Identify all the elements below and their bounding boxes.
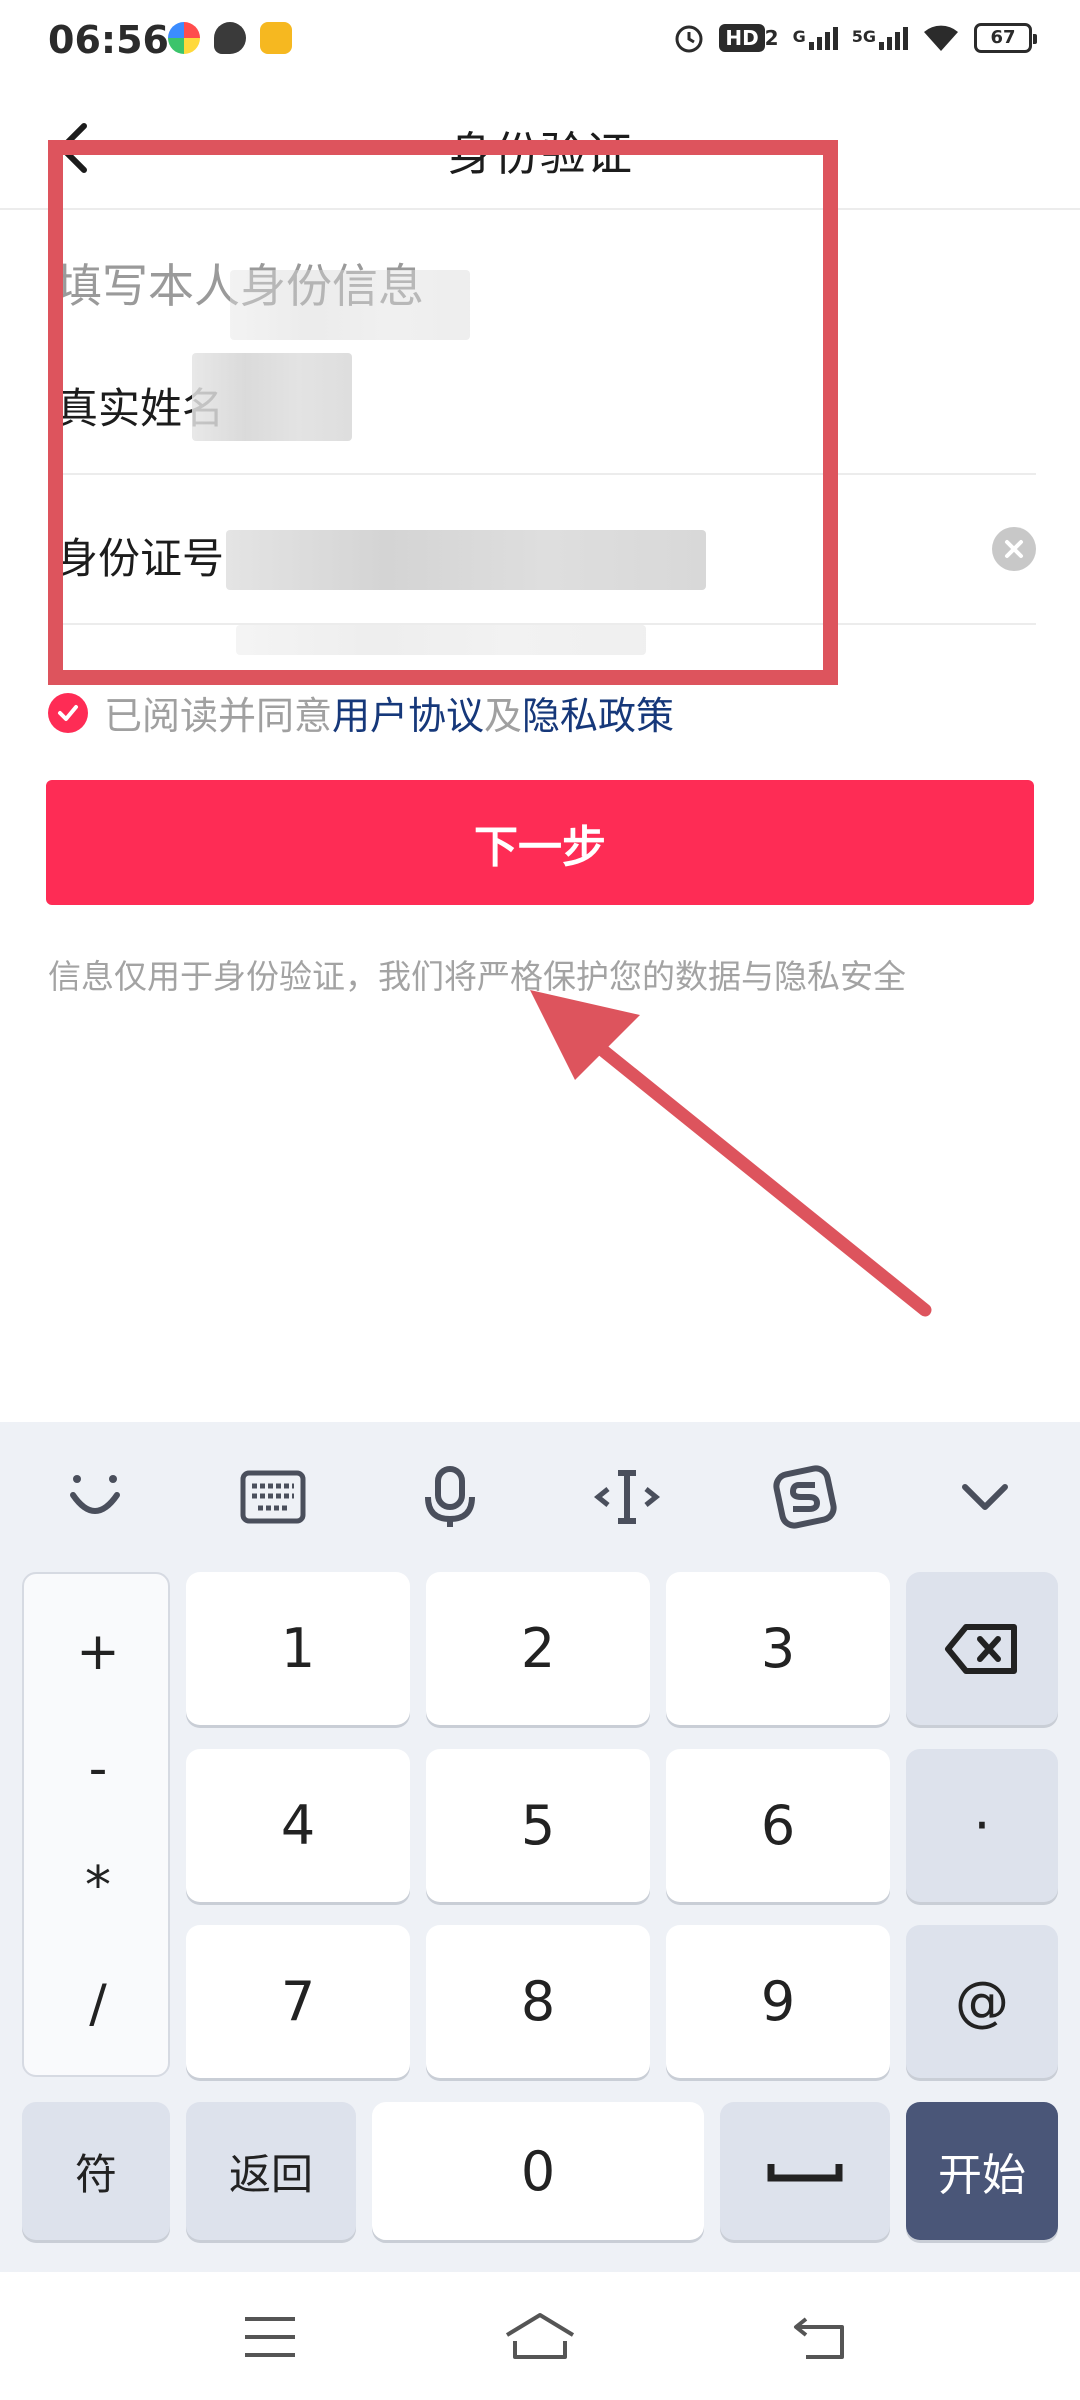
keyboard-switch-button[interactable] <box>238 1462 308 1532</box>
symbol-slash-key[interactable]: / <box>24 1974 172 2034</box>
symbol-minus-key[interactable]: - <box>24 1739 172 1799</box>
dot-key[interactable]: · <box>906 1749 1058 1902</box>
numeric-keyboard: + - * / 1 2 3 4 5 6 · 7 8 9 @ 符 返回 0 开始 <box>0 1422 1080 2272</box>
menu-button[interactable] <box>230 2302 310 2372</box>
hide-keyboard-button[interactable] <box>950 1462 1020 1532</box>
key-0[interactable]: 0 <box>372 2102 704 2240</box>
home-icon <box>505 2313 575 2359</box>
key-1[interactable]: 1 <box>186 1572 410 1725</box>
microphone-icon <box>425 1466 475 1527</box>
backspace-icon <box>945 1623 1017 1674</box>
text-cursor-icon <box>593 1470 661 1524</box>
key-8[interactable]: 8 <box>426 1925 650 2078</box>
key-6[interactable]: 6 <box>666 1749 890 1902</box>
cursor-move-button[interactable] <box>592 1462 662 1532</box>
menu-icon <box>245 2317 295 2357</box>
voice-input-button[interactable] <box>415 1462 485 1532</box>
home-button[interactable] <box>500 2302 580 2372</box>
start-key[interactable]: 开始 <box>906 2102 1058 2240</box>
key-2[interactable]: 2 <box>426 1572 650 1725</box>
key-7[interactable]: 7 <box>186 1925 410 2078</box>
space-icon <box>767 2164 843 2182</box>
chevron-down-icon <box>962 1484 1008 1510</box>
space-key[interactable] <box>720 2102 890 2240</box>
symbol-asterisk-key[interactable]: * <box>24 1856 172 1916</box>
sogou-icon <box>773 1465 837 1529</box>
emoji-button[interactable] <box>60 1462 130 1532</box>
key-3[interactable]: 3 <box>666 1572 890 1725</box>
keyboard-icon <box>240 1470 306 1524</box>
key-9[interactable]: 9 <box>666 1925 890 2078</box>
symbol-plus-key[interactable]: + <box>24 1622 172 1682</box>
emoji-icon <box>70 1475 120 1514</box>
system-nav-bar <box>0 2272 1080 2400</box>
return-key[interactable]: 返回 <box>186 2102 356 2240</box>
key-5[interactable]: 5 <box>426 1749 650 1902</box>
key-4[interactable]: 4 <box>186 1749 410 1902</box>
keyboard-toolbar <box>0 1422 1080 1562</box>
back-nav-button[interactable] <box>780 2302 860 2372</box>
symbol-column[interactable]: + - * / <box>22 1572 170 2077</box>
at-key[interactable]: @ <box>906 1925 1058 2078</box>
sogou-logo-button[interactable] <box>770 1462 840 1532</box>
backspace-key[interactable] <box>906 1572 1058 1725</box>
back-nav-icon <box>794 2317 844 2359</box>
annotation-arrow-icon <box>530 990 932 1317</box>
symbols-key[interactable]: 符 <box>22 2102 170 2240</box>
